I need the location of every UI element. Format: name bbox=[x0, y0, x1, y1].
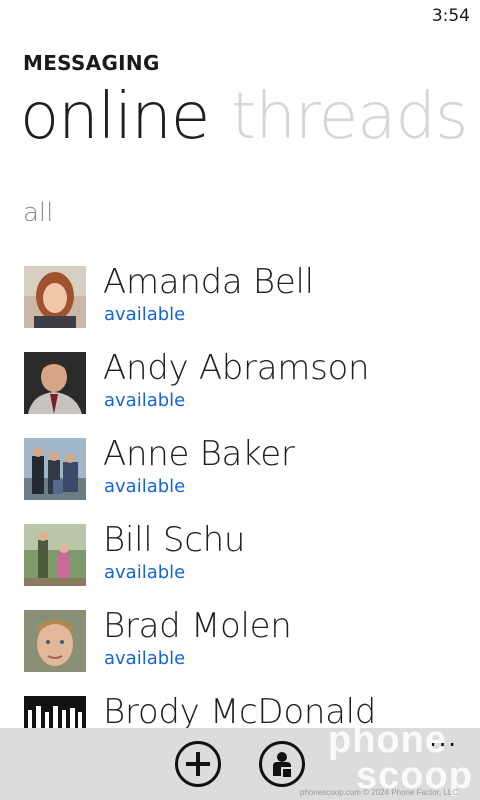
add-button[interactable] bbox=[175, 741, 221, 787]
clock: 3:54 bbox=[431, 6, 470, 26]
watermark-logo: phone scoop bbox=[328, 721, 478, 795]
contact-item[interactable]: Anne Baker available bbox=[0, 434, 480, 514]
contact-status: available bbox=[104, 304, 186, 325]
contact-avatar bbox=[24, 266, 86, 328]
footer-note: phonescoop.com © 2024 Phone Factor, LLC bbox=[300, 788, 458, 797]
contact-item[interactable]: Amanda Bell available bbox=[0, 262, 480, 342]
contact-name: Andy Abramson bbox=[103, 348, 370, 388]
contact-status: available bbox=[104, 562, 186, 583]
contact-status: available bbox=[104, 476, 186, 497]
contact-name: Brad Molen bbox=[103, 606, 292, 646]
contact-avatar bbox=[24, 524, 86, 586]
person-status-icon bbox=[273, 752, 293, 778]
status-bar: 3:54 bbox=[0, 0, 480, 32]
contact-avatar bbox=[24, 438, 86, 500]
contact-item[interactable]: Bill Schu available bbox=[0, 520, 480, 600]
contact-status: available bbox=[104, 648, 186, 669]
app-title: MESSAGING bbox=[23, 51, 160, 75]
contact-item[interactable]: Brad Molen available bbox=[0, 606, 480, 686]
contact-status: available bbox=[104, 390, 186, 411]
contact-avatar bbox=[24, 352, 86, 414]
add-icon bbox=[186, 752, 210, 776]
pivot-item-online[interactable]: online bbox=[20, 80, 210, 154]
contact-name: Bill Schu bbox=[103, 520, 246, 560]
pivot-header: online threads bbox=[20, 80, 480, 154]
contact-avatar bbox=[24, 610, 86, 672]
pivot-item-threads[interactable]: threads bbox=[231, 80, 468, 154]
status-button[interactable] bbox=[259, 741, 305, 787]
contact-name: Amanda Bell bbox=[103, 262, 314, 302]
contact-name: Anne Baker bbox=[103, 434, 295, 474]
contact-item[interactable]: Andy Abramson available bbox=[0, 348, 480, 428]
group-header: all bbox=[23, 198, 54, 228]
